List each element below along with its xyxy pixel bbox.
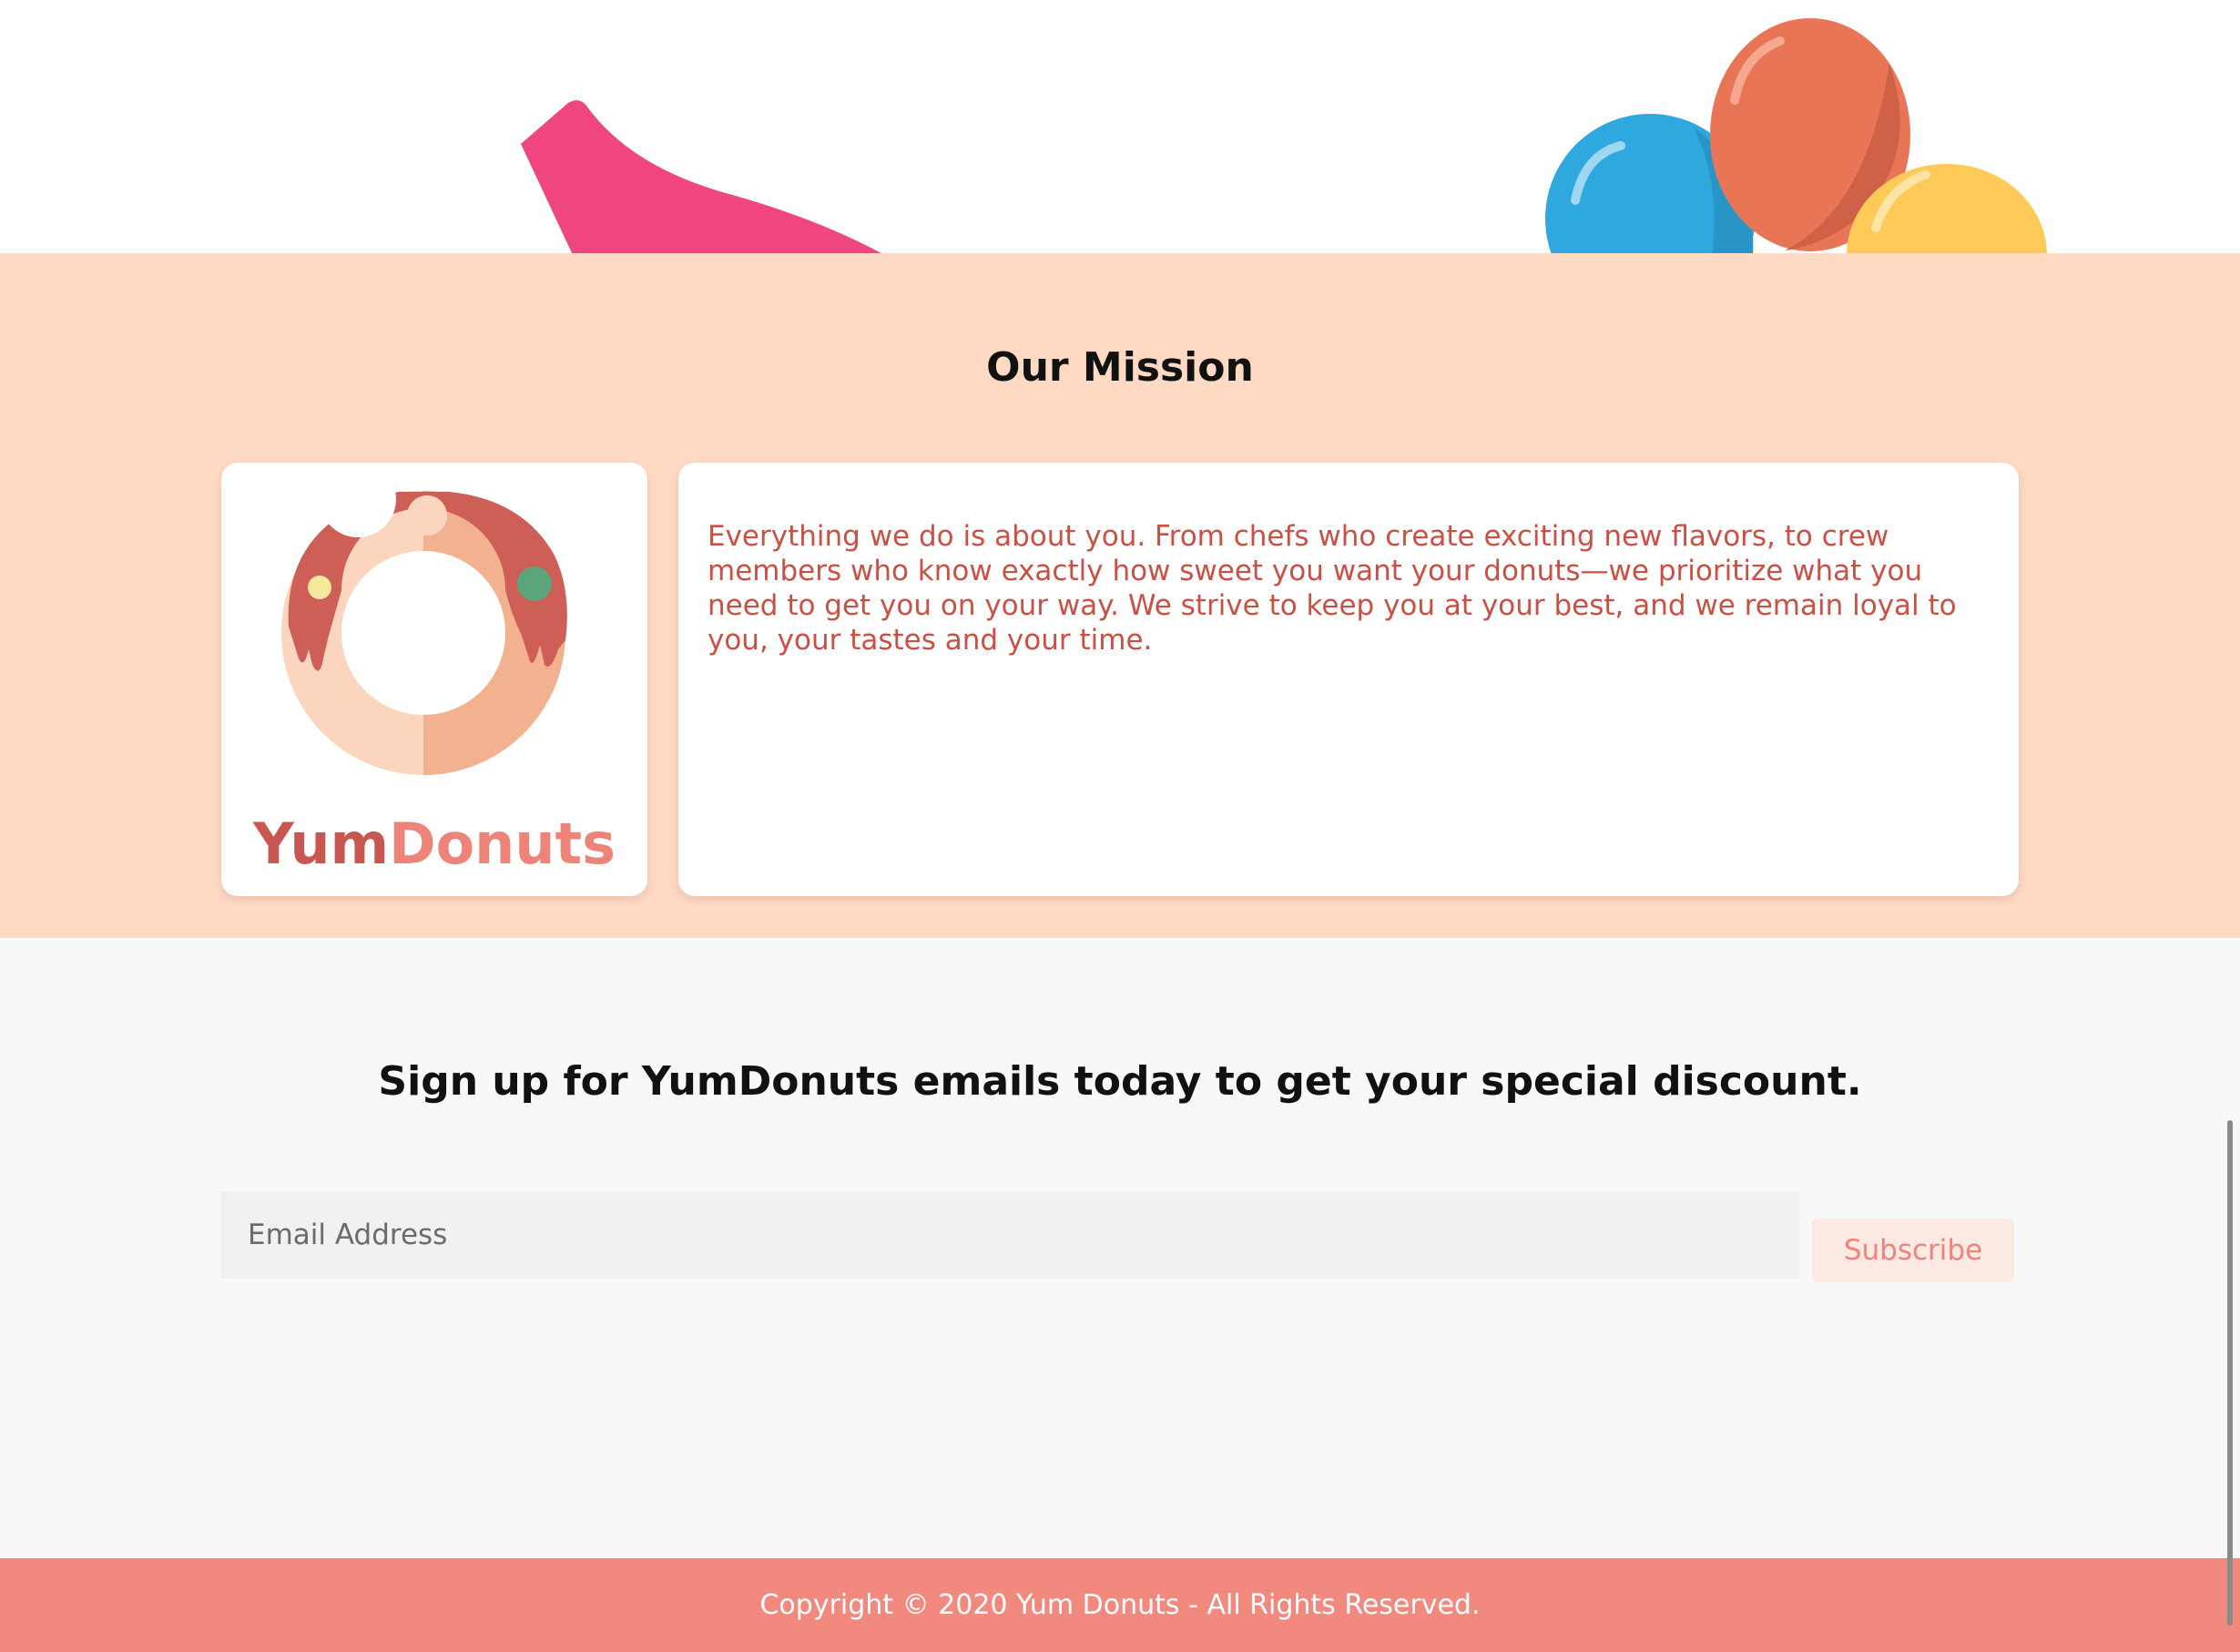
svg-text:YumDonuts: YumDonuts — [252, 811, 616, 877]
logo-wordmark-donuts: Donuts — [389, 811, 616, 877]
signup-section: Sign up for YumDonuts emails today to ge… — [0, 938, 2240, 1558]
copyright-text: Copyright © 2020 Yum Donuts - All Rights… — [759, 1589, 1481, 1621]
mission-text-card: Everything we do is about you. From chef… — [678, 463, 2019, 896]
decoration-illustration — [521, 18, 2047, 253]
page: Our Mission YumDonuts Everything we do i… — [0, 0, 2240, 1652]
signup-title: Sign up for YumDonuts emails today to ge… — [378, 1058, 1862, 1105]
mission-section: Our Mission YumDonuts Everything we do i… — [0, 253, 2240, 938]
pink-bottle-icon — [521, 100, 881, 253]
logo-card: YumDonuts — [221, 463, 647, 896]
mission-text: Everything we do is about you. From chef… — [708, 520, 1957, 657]
yumdonuts-logo: YumDonuts — [252, 463, 616, 877]
subscribe-button[interactable]: Subscribe — [1812, 1219, 2014, 1282]
mission-title: Our Mission — [986, 344, 1254, 391]
logo-wordmark-yum: Yum — [252, 811, 389, 877]
donut-icon — [281, 463, 567, 775]
scrollbar-thumb[interactable] — [2227, 1120, 2233, 1626]
decorative-header-band — [0, 0, 2240, 253]
footer: Copyright © 2020 Yum Donuts - All Rights… — [0, 1558, 2240, 1652]
email-address-input[interactable] — [220, 1191, 1799, 1279]
